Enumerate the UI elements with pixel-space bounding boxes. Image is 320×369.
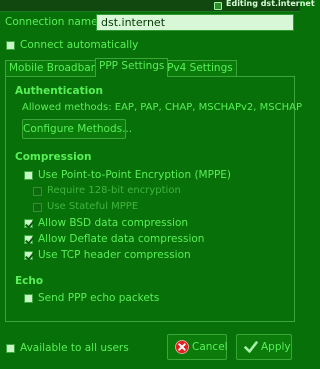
cancel-label: Cancel <box>192 341 228 353</box>
stateful-mppe-label[interactable]: Use Stateful MPPE <box>47 201 138 213</box>
dialog-window: Editing dst.internet Connection name: Co… <box>0 0 315 369</box>
tab-label: IPv4 Settings <box>164 62 233 74</box>
send-echo-checkbox[interactable] <box>24 294 33 303</box>
tcp-header-compression-checkbox[interactable] <box>24 251 33 260</box>
checkmark-icon <box>244 341 258 353</box>
available-to-all-label[interactable]: Available to all users <box>20 342 129 355</box>
allowed-methods-text: Allowed methods: EAP, PAP, CHAP, MSCHAPv… <box>22 102 302 113</box>
echo-heading: Echo <box>15 275 44 287</box>
cancel-icon <box>175 340 189 354</box>
apply-label: Apply <box>261 341 291 353</box>
tab-ppp-settings[interactable]: PPP Settings <box>95 58 169 77</box>
configure-methods-label: Configure Methods... <box>23 123 133 135</box>
tcp-header-compression-label[interactable]: Use TCP header compression <box>38 249 191 262</box>
tab-label: Mobile Broadband <box>9 62 105 74</box>
use-mppe-checkbox[interactable] <box>24 171 33 180</box>
cancel-button[interactable]: Cancel <box>167 334 228 360</box>
connection-name-label: Connection name: <box>5 16 102 28</box>
configure-methods-button[interactable]: Configure Methods... <box>22 119 132 139</box>
bsd-compression-checkbox[interactable] <box>24 219 33 228</box>
deflate-compression-checkbox[interactable] <box>24 235 33 244</box>
tab-ipv4-settings[interactable]: IPv4 Settings <box>160 60 237 77</box>
apply-button[interactable]: Apply <box>236 334 292 360</box>
stateful-mppe-checkbox[interactable] <box>33 203 42 212</box>
tab-label: PPP Settings <box>99 60 165 72</box>
use-mppe-label[interactable]: Use Point-to-Point Encryption (MPPE) <box>38 169 231 182</box>
require-128-bit-label[interactable]: Require 128-bit encryption <box>47 185 181 197</box>
available-to-all-checkbox[interactable] <box>6 344 15 353</box>
deflate-compression-label[interactable]: Allow Deflate data compression <box>38 233 204 246</box>
connect-automatically-checkbox[interactable] <box>6 41 15 50</box>
network-icon <box>214 2 222 10</box>
tab-mobile-broadband[interactable]: Mobile Broadband <box>5 60 109 77</box>
authentication-heading: Authentication <box>15 85 103 97</box>
window-title: Editing dst.internet <box>226 0 315 8</box>
connect-automatically-label[interactable]: Connect automatically <box>20 39 138 52</box>
title-bar[interactable]: Editing dst.internet <box>0 0 315 12</box>
compression-heading: Compression <box>15 151 92 163</box>
connection-name-field[interactable] <box>96 14 294 31</box>
bsd-compression-label[interactable]: Allow BSD data compression <box>38 217 188 230</box>
require-128-bit-checkbox[interactable] <box>33 187 42 196</box>
send-echo-label[interactable]: Send PPP echo packets <box>38 292 159 305</box>
